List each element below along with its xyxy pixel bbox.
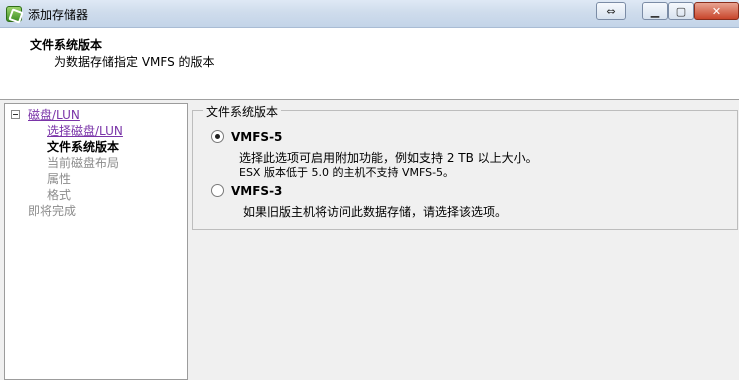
wizard-steps-nav: 磁盘/LUN 选择磁盘/LUN 文件系统版本 当前磁盘布局 属性 格式 即将完成 xyxy=(4,103,188,380)
page-title: 文件系统版本 xyxy=(30,38,103,52)
close-button[interactable]: ✕ xyxy=(694,2,739,20)
file-system-version-group: 文件系统版本 VMFS-5 选择此选项可启用附加功能，例如支持 2 TB 以上大… xyxy=(192,103,738,230)
vmfs5-label[interactable]: VMFS-5 xyxy=(231,130,282,144)
maximize-icon: ▢ xyxy=(675,4,687,18)
vmfs3-radio[interactable] xyxy=(211,184,224,197)
close-icon: ✕ xyxy=(711,4,722,18)
wizard-header: 文件系统版本 为数据存储指定 VMFS 的版本 xyxy=(0,28,739,100)
group-title: 文件系统版本 xyxy=(203,103,282,120)
nav-item-ready-to-complete: 即将完成 xyxy=(28,204,77,218)
nav-item-file-system-version: 文件系统版本 xyxy=(47,140,120,154)
vmfs3-description: 如果旧版主机将访问此数据存储，请选择该选项。 xyxy=(243,205,508,219)
vmfs3-label[interactable]: VMFS-3 xyxy=(231,184,282,198)
window-title: 添加存储器 xyxy=(28,8,89,22)
resize-icon: ⇔ xyxy=(606,4,616,18)
page-subtitle: 为数据存储指定 VMFS 的版本 xyxy=(54,55,215,69)
vmfs5-note: ESX 版本低于 5.0 的主机不支持 VMFS-5。 xyxy=(239,166,455,179)
title-bar: 添加存储器 ⇔ ▁ ▢ ✕ xyxy=(0,0,739,28)
nav-item-properties: 属性 xyxy=(47,172,72,186)
maximize-button[interactable]: ▢ xyxy=(668,2,694,20)
vmfs5-radio[interactable] xyxy=(211,130,224,143)
main-panel: 文件系统版本 VMFS-5 选择此选项可启用附加功能，例如支持 2 TB 以上大… xyxy=(188,103,739,380)
nav-item-select-disk-lun[interactable]: 选择磁盘/LUN xyxy=(47,122,123,139)
vsphere-app-icon xyxy=(6,6,22,22)
resize-button[interactable]: ⇔ xyxy=(596,2,626,20)
nav-item-current-disk-layout: 当前磁盘布局 xyxy=(47,156,120,170)
nav-item-format: 格式 xyxy=(47,188,72,202)
nav-item-disk-lun[interactable]: 磁盘/LUN xyxy=(28,106,80,123)
collapse-toggle-icon[interactable] xyxy=(11,110,20,119)
minimize-icon: ▁ xyxy=(650,4,660,18)
minimize-button[interactable]: ▁ xyxy=(642,2,668,20)
